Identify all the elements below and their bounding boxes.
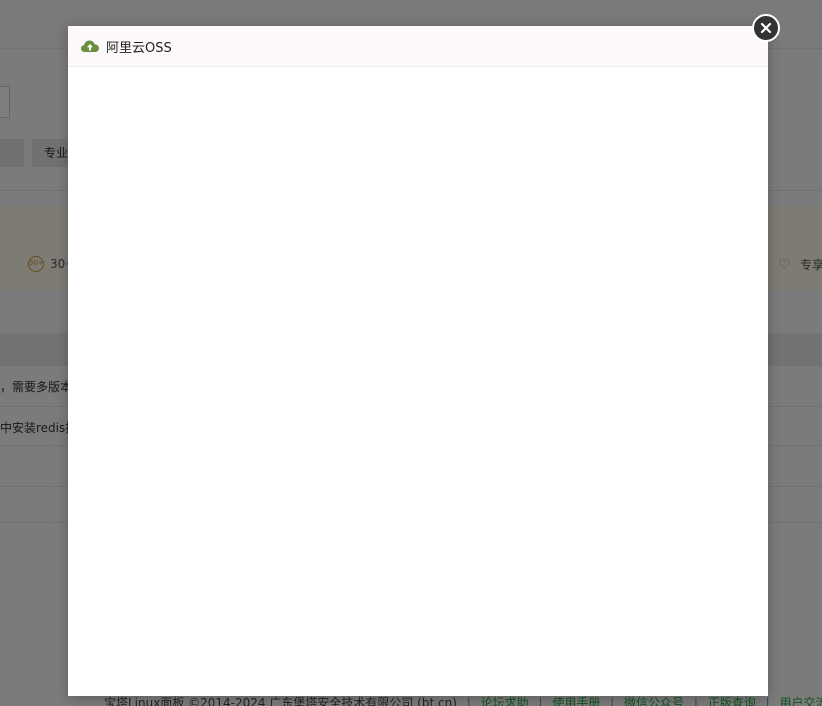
dialog-body (68, 67, 768, 696)
dialog-header: 阿里云OSS (68, 26, 768, 67)
close-button[interactable] (752, 14, 780, 42)
dialog-title: 阿里云OSS (106, 40, 172, 56)
close-icon (760, 22, 772, 34)
oss-dialog: 阿里云OSS (68, 26, 768, 696)
cloud-upload-icon (81, 40, 99, 52)
